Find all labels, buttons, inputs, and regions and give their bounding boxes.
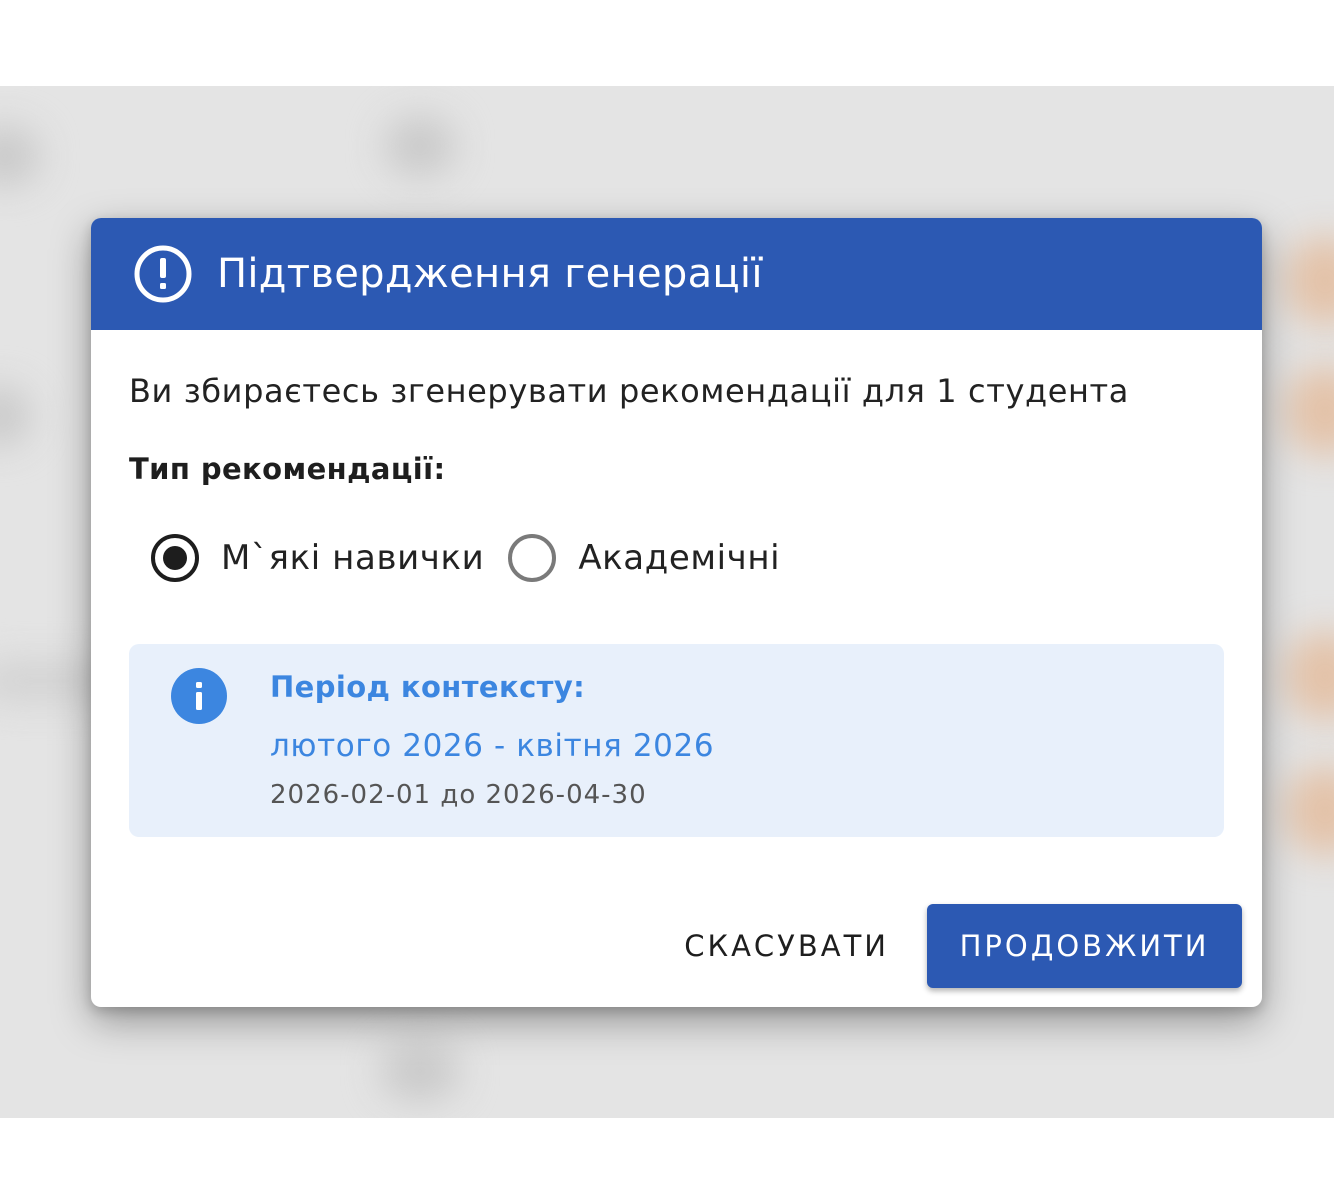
radio-option-academic[interactable]: Академічні (508, 534, 780, 582)
blurred-background-shape (1285, 631, 1334, 721)
context-period-info-box: Період контексту: лютого 2026 - квітня 2… (129, 644, 1224, 837)
radio-button-unchecked[interactable] (508, 534, 557, 582)
confirm-generation-dialog: Підтвердження генерації Ви збираєтесь зг… (91, 218, 1262, 1007)
dialog-message: Ви збираєтесь згенерувати рекомендації д… (129, 372, 1129, 410)
recommendation-type-label: Тип рекомендації: (129, 452, 446, 486)
recommendation-type-radio-group: М`які навички Академічні (151, 534, 1224, 582)
blurred-background-shape (1285, 236, 1334, 326)
blurred-background-shape (1285, 366, 1334, 456)
alert-circle-icon (133, 244, 193, 304)
cancel-button[interactable]: СКАСУВАТИ (664, 904, 909, 988)
blurred-background-shape (1285, 766, 1334, 856)
dialog-title: Підтвердження генерації (217, 251, 763, 297)
dialog-header: Підтвердження генерації (91, 218, 1262, 330)
dialog-body: Ви збираєтесь згенерувати рекомендації д… (91, 330, 1262, 837)
info-icon (171, 668, 227, 724)
radio-option-soft-skills[interactable]: М`які навички (151, 534, 484, 582)
continue-button[interactable]: ПРОДОВЖИТИ (927, 904, 1242, 988)
radio-label-academic[interactable]: Академічні (578, 538, 780, 578)
radio-label-soft-skills[interactable]: М`які навички (221, 538, 484, 578)
blurred-background-shape (380, 1041, 460, 1101)
context-period-date-range: 2026-02-01 до 2026-04-30 (270, 780, 647, 810)
blurred-background-shape (0, 386, 30, 446)
context-period-title: Період контексту: (270, 670, 586, 704)
radio-button-checked[interactable] (151, 534, 199, 582)
blurred-background-shape (385, 116, 455, 176)
radio-dot (163, 546, 187, 570)
blurred-background-shape (0, 126, 40, 186)
dialog-actions: СКАСУВАТИ ПРОДОВЖИТИ (664, 904, 1242, 988)
context-period-months: лютого 2026 - квітня 2026 (270, 728, 715, 764)
